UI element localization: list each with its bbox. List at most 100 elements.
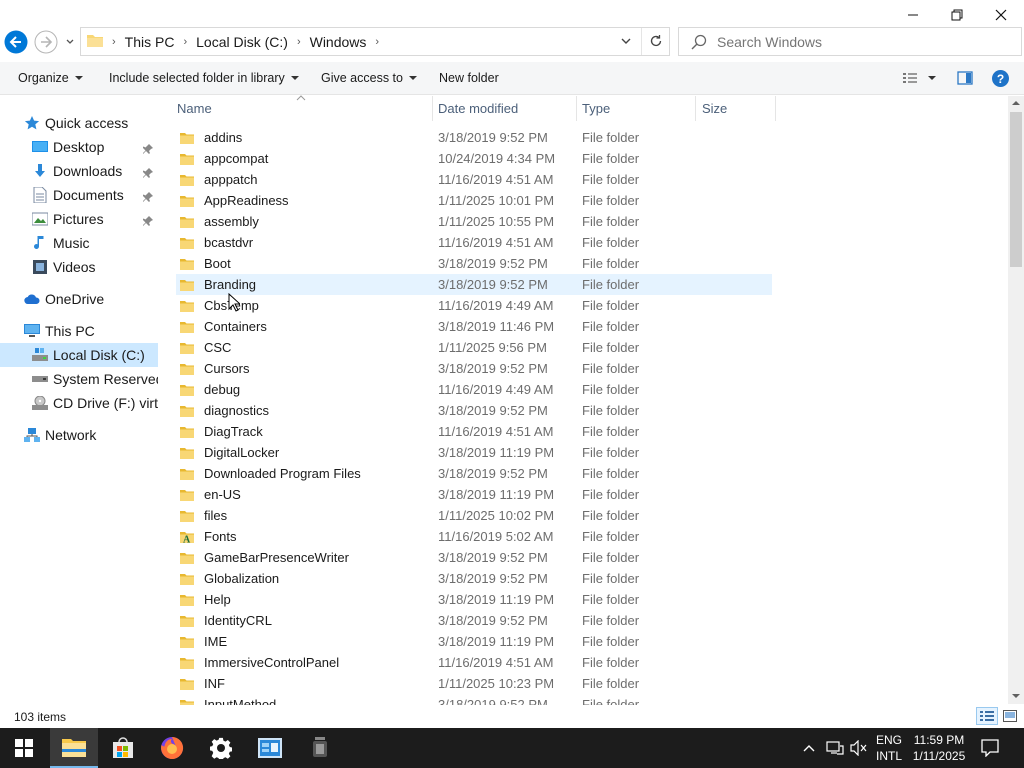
file-row[interactable]: A Fonts 11/16/2019 5:02 AM File folder <box>176 526 772 547</box>
taskbar-app[interactable] <box>296 728 344 768</box>
file-row[interactable]: INF 1/11/2025 10:23 PM File folder <box>176 673 772 694</box>
language-indicator[interactable]: ENG INTL <box>874 732 904 764</box>
file-row[interactable]: diagnostics 3/18/2019 9:52 PM File folder <box>176 400 772 421</box>
nav-local-disk[interactable]: Local Disk (C:) <box>0 343 158 367</box>
file-row[interactable]: Boot 3/18/2019 9:52 PM File folder <box>176 253 772 274</box>
file-row[interactable]: addins 3/18/2019 9:52 PM File folder <box>176 127 772 148</box>
address-bar[interactable]: › This PC › Local Disk (C:) › Windows › <box>80 27 670 56</box>
breadcrumb-this-pc[interactable]: This PC <box>125 34 175 50</box>
action-center-button[interactable] <box>981 728 999 768</box>
file-row[interactable]: Help 3/18/2019 11:19 PM File folder <box>176 589 772 610</box>
column-size[interactable]: Size <box>702 101 727 116</box>
pictures-icon <box>32 211 48 227</box>
column-separator[interactable] <box>695 96 696 121</box>
nav-desktop[interactable]: Desktop <box>0 135 158 159</box>
clock[interactable]: 11:59 PM 1/11/2025 <box>906 732 972 764</box>
column-separator[interactable] <box>576 96 577 121</box>
file-row[interactable]: CbsTemp11/16/2019 4:49 AM File folder <box>176 295 772 316</box>
file-name: en-US <box>204 487 241 502</box>
file-row[interactable]: debug 11/16/2019 4:49 AM File folder <box>176 379 772 400</box>
nav-onedrive[interactable]: OneDrive <box>0 287 158 311</box>
file-row[interactable]: GameBarPresenceWriter 3/18/2019 9:52 PM Fi… <box>176 547 772 568</box>
file-row[interactable]: appcompat 10/24/2019 4:34 PM File folder <box>176 148 772 169</box>
nav-cd-drive[interactable]: CD Drive (F:) virtio <box>0 391 158 415</box>
show-hidden-icons-button[interactable] <box>802 728 816 768</box>
file-row[interactable]: IdentityCRL 3/18/2019 9:52 PM File folder <box>176 610 772 631</box>
file-row[interactable]: bcastdvr 11/16/2019 4:51 AM File folder <box>176 232 772 253</box>
breadcrumb-local-disk[interactable]: Local Disk (C:) <box>196 34 288 50</box>
file-row[interactable]: assembly 1/11/2025 10:55 PM File folder <box>176 211 772 232</box>
search-input[interactable] <box>717 33 1007 50</box>
file-type: File folder <box>582 256 640 271</box>
include-in-library-button[interactable]: Include selected folder in library <box>109 71 299 85</box>
taskbar-settings[interactable] <box>197 728 245 768</box>
nav-quick-access[interactable]: Quick access <box>0 111 158 135</box>
file-row[interactable]: InputMethod 3/18/2019 9:52 PM File folder <box>176 694 772 705</box>
file-row[interactable]: Containers 3/18/2019 11:46 PM File folder <box>176 316 772 337</box>
nav-downloads[interactable]: Downloads <box>0 159 158 183</box>
network-status-button[interactable] <box>826 728 844 768</box>
nav-documents[interactable]: Documents <box>0 183 158 207</box>
refresh-button[interactable] <box>649 34 663 51</box>
file-row[interactable]: en-US 3/18/2019 11:19 PM File folder <box>176 484 772 505</box>
give-access-button[interactable]: Give access to <box>321 71 417 85</box>
nav-label: Documents <box>53 187 124 203</box>
forward-button[interactable] <box>34 30 58 54</box>
file-date-modified: 10/24/2019 4:34 PM <box>438 151 556 166</box>
help-button[interactable]: ? <box>992 70 1009 87</box>
taskbar-firefox[interactable] <box>148 728 196 768</box>
nav-network[interactable]: Network <box>0 423 158 447</box>
file-row[interactable]: Branding 3/18/2019 9:52 PM File folder <box>176 274 772 295</box>
taskbar: ENG INTL 11:59 PM 1/11/2025 <box>0 728 1024 768</box>
taskbar-control-panel[interactable] <box>246 728 294 768</box>
file-row[interactable]: files 1/11/2025 10:02 PM File folder <box>176 505 772 526</box>
column-type[interactable]: Type <box>582 101 610 116</box>
file-row[interactable]: Downloaded Program Files 3/18/2019 9:52 P… <box>176 463 772 484</box>
taskbar-store[interactable] <box>99 728 147 768</box>
address-dropdown-button[interactable] <box>619 34 633 51</box>
new-folder-button[interactable]: New folder <box>439 71 499 85</box>
nav-this-pc[interactable]: This PC <box>0 319 158 343</box>
nav-system-reserved[interactable]: System Reserved <box>0 367 158 391</box>
nav-pictures[interactable]: Pictures <box>0 207 158 231</box>
search-box[interactable] <box>678 27 1022 56</box>
caret-down-icon <box>74 76 83 80</box>
preview-pane-button[interactable] <box>957 71 973 85</box>
column-date-modified[interactable]: Date modified <box>438 101 518 116</box>
file-row[interactable]: Cursors 3/18/2019 9:52 PM File folder <box>176 358 772 379</box>
file-row[interactable]: ImmersiveControlPanel 11/16/2019 4:51 AM F… <box>176 652 772 673</box>
back-button[interactable] <box>4 30 28 54</box>
file-name: debug <box>204 382 241 397</box>
taskbar-file-explorer[interactable] <box>50 728 98 768</box>
file-row[interactable]: DiagTrack 11/16/2019 4:51 AM File folder <box>176 421 772 442</box>
scroll-down-icon[interactable] <box>1012 693 1020 699</box>
details-view-toggle[interactable] <box>976 707 998 725</box>
start-button[interactable] <box>0 728 48 768</box>
change-view-button[interactable] <box>902 71 936 85</box>
scrollbar-thumb[interactable] <box>1010 112 1022 267</box>
scroll-up-icon[interactable] <box>1012 100 1020 106</box>
column-separator[interactable] <box>432 96 433 121</box>
breadcrumb-windows[interactable]: Windows <box>310 34 367 50</box>
command-bar: Organize Include selected folder in libr… <box>0 62 1024 95</box>
recent-locations-button[interactable] <box>62 30 78 54</box>
forward-arrow-icon <box>34 30 58 54</box>
file-type: File folder <box>582 697 640 705</box>
fonts-folder-icon: A <box>180 531 194 545</box>
file-row[interactable]: IME 3/18/2019 11:19 PM File folder <box>176 631 772 652</box>
file-row[interactable]: AppReadiness 1/11/2025 10:01 PM File folde… <box>176 190 772 211</box>
organize-button[interactable]: Organize <box>18 71 83 85</box>
keyboard-layout: INTL <box>875 749 902 763</box>
nav-music[interactable]: Music <box>0 231 158 255</box>
column-name[interactable]: Name <box>177 101 212 116</box>
column-separator[interactable] <box>775 96 776 121</box>
large-icons-view-toggle[interactable] <box>1000 708 1020 724</box>
file-row[interactable]: apppatch 11/16/2019 4:51 AM File folder <box>176 169 772 190</box>
file-row[interactable]: CSC 1/11/2025 9:56 PM File folder <box>176 337 772 358</box>
file-row[interactable]: DigitalLocker 3/18/2019 11:19 PM File fold… <box>176 442 772 463</box>
volume-button[interactable] <box>850 728 868 768</box>
nav-videos[interactable]: Videos <box>0 255 158 279</box>
file-row[interactable]: Globalization 3/18/2019 9:52 PM File folde… <box>176 568 772 589</box>
file-name: DiagTrack <box>204 424 263 439</box>
video-icon <box>32 259 48 275</box>
